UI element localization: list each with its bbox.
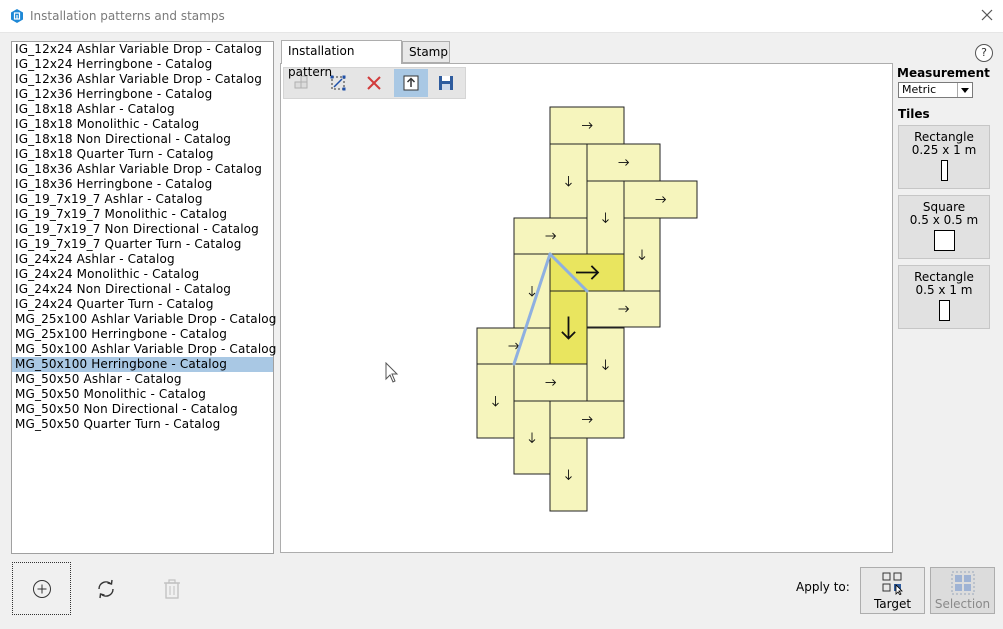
apply-to-label: Apply to: [796, 580, 850, 594]
measurement-label: Measurement [897, 66, 990, 80]
trash-icon [164, 579, 180, 599]
add-pattern-button[interactable] [12, 562, 71, 615]
refresh-icon [98, 579, 114, 599]
tab-installation-pattern[interactable]: Installation pattern [281, 40, 402, 79]
plus-circle-icon [32, 579, 51, 598]
measurement-value: Metric [902, 83, 937, 96]
target-button[interactable]: Target [860, 567, 925, 614]
tile-rectangle-small[interactable]: Rectangle 0.25 x 1 m [898, 125, 990, 189]
selection-button: Selection [930, 567, 995, 614]
mouse-cursor-icon [385, 362, 399, 383]
tile-size: 0.5 x 0.5 m [909, 213, 979, 227]
tiles-label: Tiles [898, 107, 930, 121]
tile-shape-icon [933, 230, 955, 251]
bottom-bar [0, 556, 1003, 626]
pattern-canvas [0, 0, 1003, 626]
target-label: Target [873, 597, 912, 611]
herringbone-pattern[interactable] [0, 0, 1003, 626]
selection-icon [951, 571, 974, 595]
tile-square[interactable]: Square 0.5 x 0.5 m [898, 195, 990, 259]
chevron-down-icon [957, 83, 972, 97]
tile-shape-icon [940, 160, 948, 181]
delete-button [160, 577, 184, 601]
refresh-button[interactable] [94, 577, 118, 601]
measurement-select[interactable]: Metric [898, 82, 973, 98]
tile-size: 0.25 x 1 m [911, 143, 977, 157]
target-icon [882, 572, 903, 596]
selection-label: Selection [934, 597, 991, 611]
tile-rectangle-large[interactable]: Rectangle 0.5 x 1 m [898, 265, 990, 329]
tile-size: 0.5 x 1 m [915, 283, 973, 297]
tile-shape-icon [938, 300, 950, 321]
